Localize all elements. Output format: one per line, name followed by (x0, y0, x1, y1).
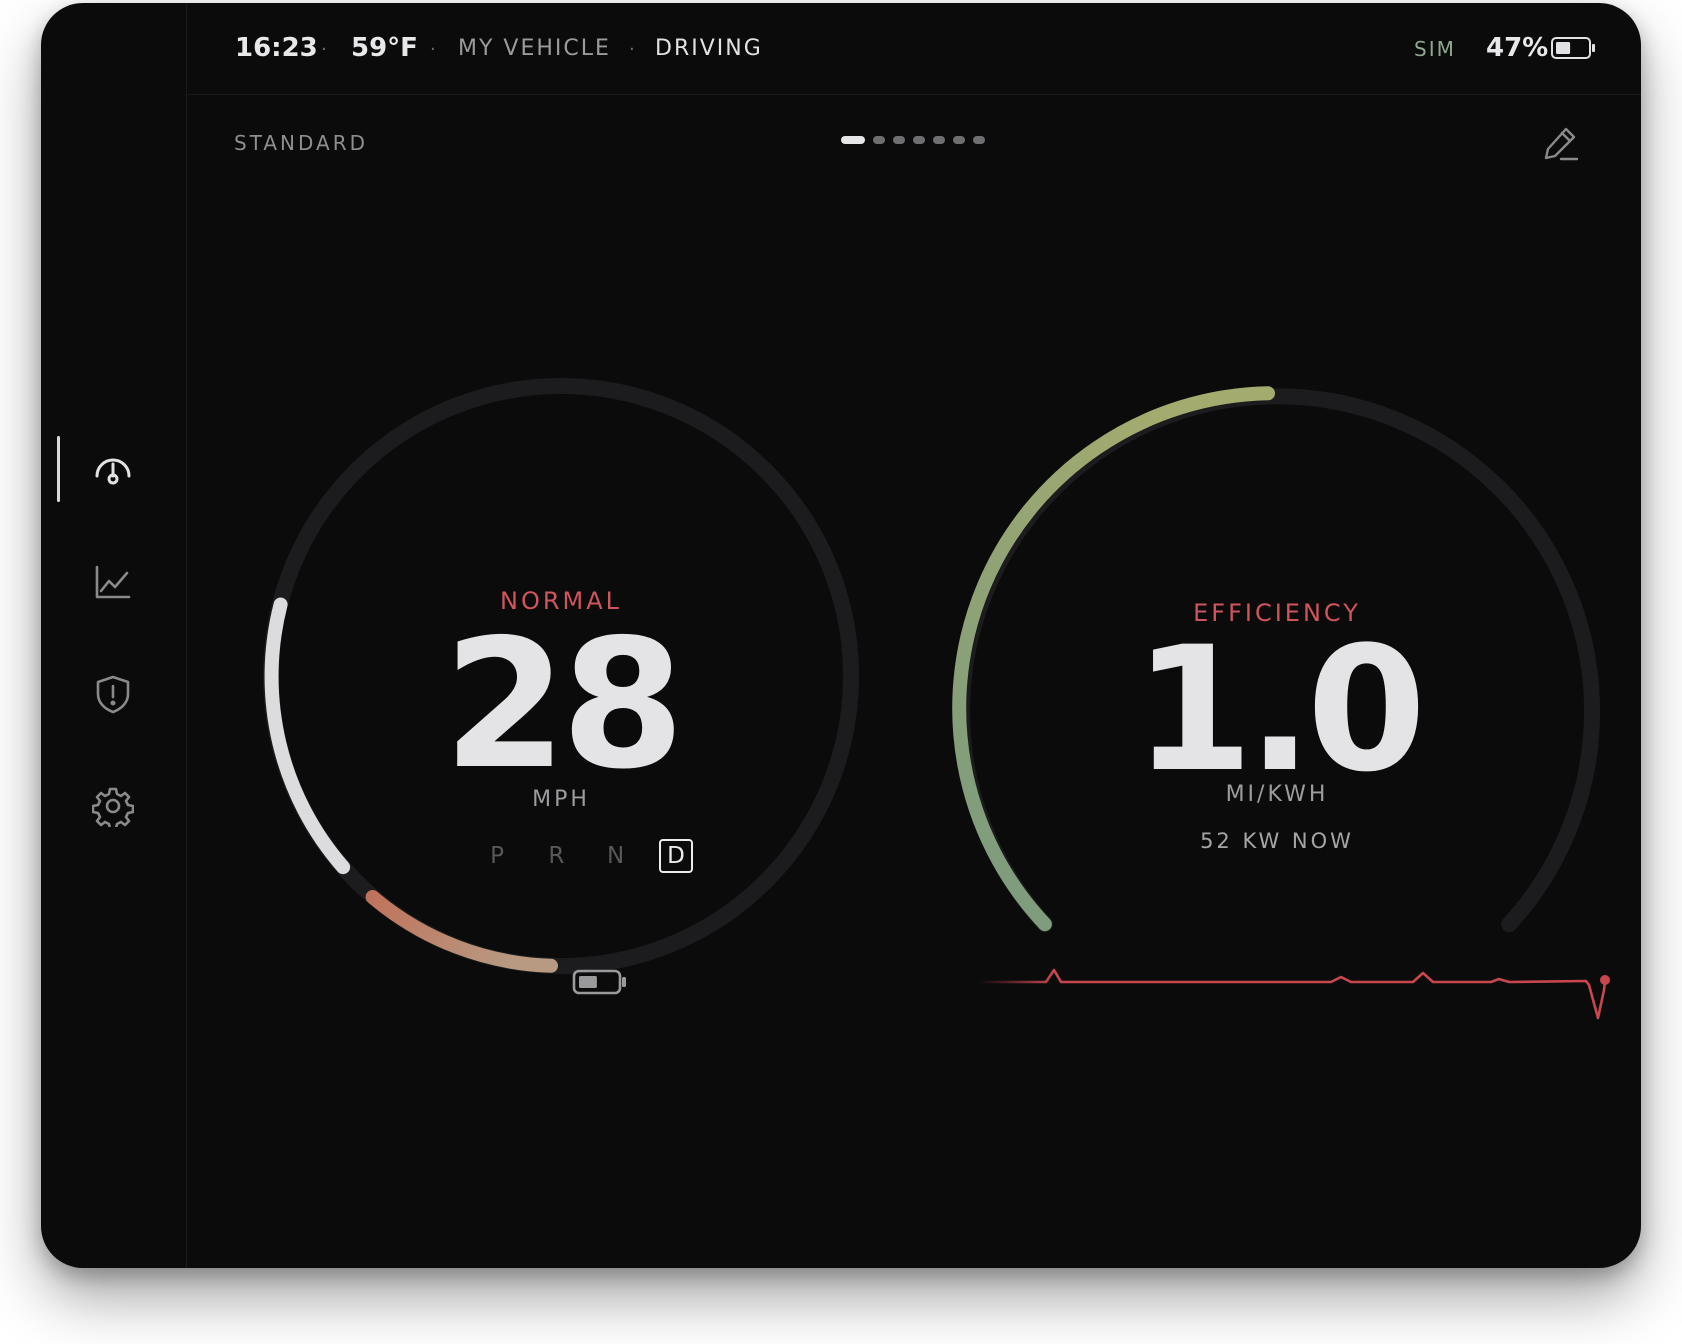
speed-unit: MPH (532, 787, 590, 812)
gear-n[interactable]: N (600, 840, 632, 872)
gear-r[interactable]: R (540, 840, 572, 872)
gear-selector: P R N D (481, 839, 693, 873)
device-frame: 16:23 · 59°F · MY VEHICLE · DRIVING SIM … (41, 3, 1641, 1268)
gear-d[interactable]: D (658, 839, 693, 873)
efficiency-value: 1.0 (1133, 609, 1427, 810)
gear-p[interactable]: P (481, 840, 513, 872)
speed-arc (264, 597, 351, 875)
battery-icon (572, 969, 626, 995)
power-now: 52 KW NOW (1200, 829, 1354, 853)
speed-value: 28 (443, 601, 685, 808)
efficiency-unit: MI/KWH (1225, 782, 1329, 807)
power-trace (979, 968, 1607, 1020)
trace-endpoint (1600, 975, 1610, 985)
